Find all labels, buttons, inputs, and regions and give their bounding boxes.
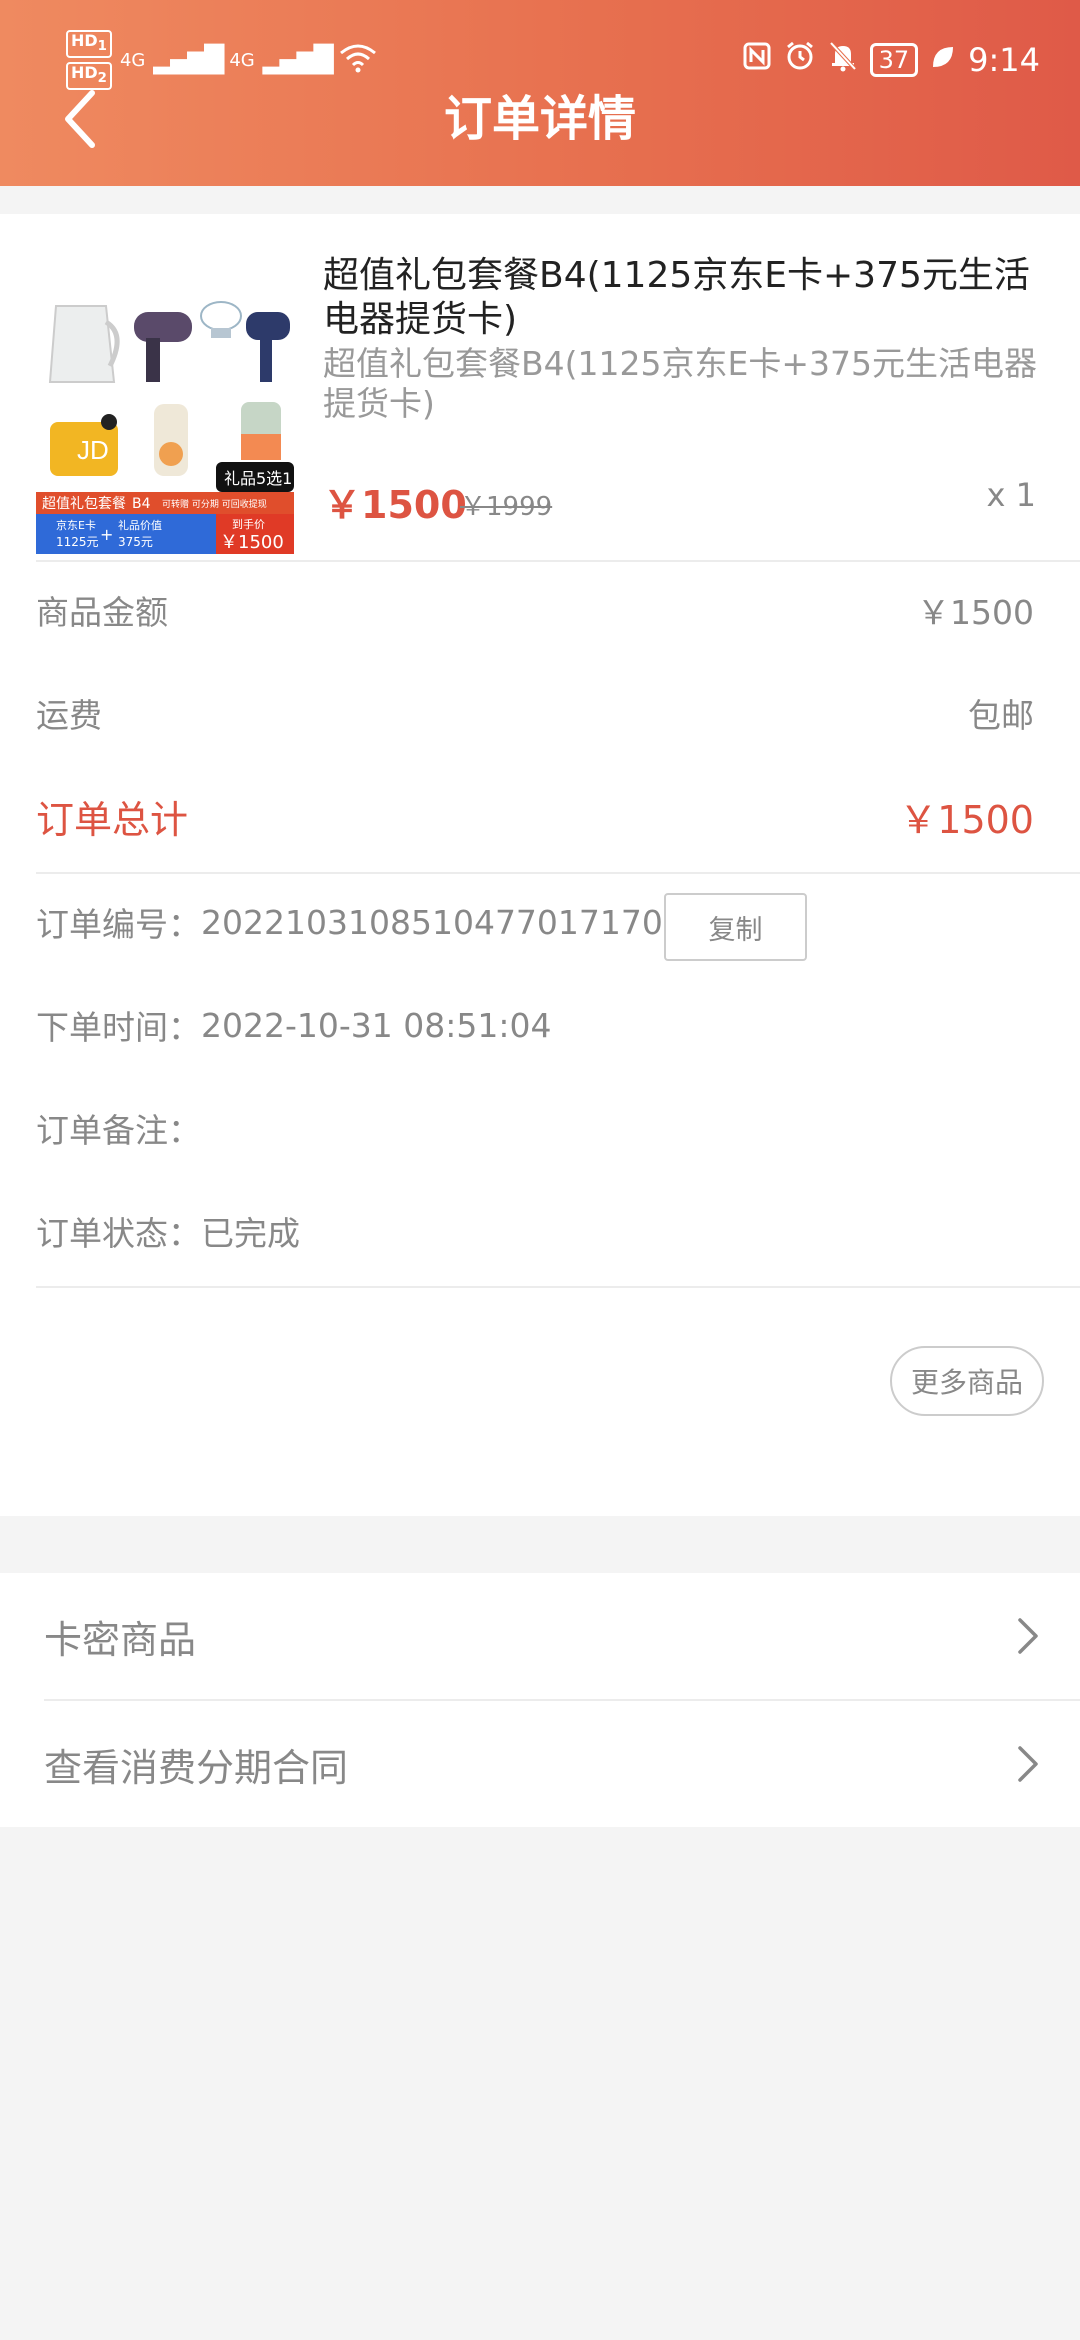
order-note-row: 订单备注： <box>36 1098 201 1158</box>
order-total-row: 订单总计 ￥1500 <box>36 786 1034 846</box>
order-number-value: 20221031085104770171​70 <box>201 902 663 942</box>
product-thumbnail[interactable]: JD 礼品5选1 超值礼包套餐 B4 可转赠 可分期 可回收提现 京东E卡 11… <box>36 294 294 554</box>
gift-tag-text: 礼品5选1 <box>224 469 292 488</box>
chevron-right-icon <box>1018 1618 1038 1654</box>
card-label: 京东E卡 <box>56 518 96 532</box>
page-title: 订单详情 <box>443 91 636 147</box>
banner-title: 超值礼包套餐 <box>42 496 126 512</box>
product-original-price: ￥1999 <box>460 492 553 522</box>
divider <box>36 1286 1080 1288</box>
order-note-label: 订单备注： <box>36 1111 201 1150</box>
signal-2-icon: ▂▄▆█ <box>262 45 334 75</box>
card-value: 1125元 <box>56 535 99 549</box>
card-secret-goods-link[interactable]: 卡密商品 <box>44 1573 1040 1699</box>
gift-label: 礼品价值 <box>118 518 162 532</box>
order-total-label: 订单总计 <box>36 797 189 842</box>
order-card: JD 礼品5选1 超值礼包套餐 B4 可转赠 可分期 可回收提现 京东E卡 11… <box>0 214 1080 1516</box>
product-item[interactable]: JD 礼品5选1 超值礼包套餐 B4 可转赠 可分期 可回收提现 京东E卡 11… <box>36 254 1037 554</box>
order-number-row: 订单编号： 20221031085104770171​70 <box>36 892 663 952</box>
leaf-icon <box>930 43 956 78</box>
clock: 9:14 <box>968 41 1040 79</box>
divider <box>36 872 1080 874</box>
status-left: HD1 HD2 4G ▂▄▆█ 4G ▂▄▆█ <box>66 29 377 91</box>
plus-sign: + <box>100 525 113 544</box>
banner-code: B4 <box>132 496 151 512</box>
battery-indicator: 37 <box>869 43 919 77</box>
more-goods-button[interactable]: 更多商品 <box>890 1346 1044 1416</box>
links-section: 卡密商品 查看消费分期合同 <box>0 1573 1080 1827</box>
product-subtitle: 超值礼包套餐B4(1125京东E卡+375元生活电器提货卡) <box>323 344 1037 423</box>
jd-logo: JD <box>77 435 109 465</box>
wifi-icon <box>339 43 377 78</box>
order-time-row: 下单时间： 2022-10-31 08:51:04 <box>36 995 551 1055</box>
app-header: HD1 HD2 4G ▂▄▆█ 4G ▂▄▆█ 37 9:14 订单详情 <box>0 0 1080 186</box>
gift-value: 375元 <box>118 535 153 549</box>
hd-indicators: HD1 HD2 <box>66 29 112 91</box>
order-status-value: 已完成 <box>201 1214 300 1253</box>
chevron-right-icon <box>1018 1746 1038 1782</box>
goods-amount-label: 商品金额 <box>36 593 168 632</box>
final-value: ￥1500 <box>220 532 284 553</box>
alarm-icon <box>784 40 816 80</box>
order-status-row: 订单状态： 已完成 <box>36 1201 300 1261</box>
installment-contract-label: 查看消费分期合同 <box>44 1745 349 1790</box>
order-time-label: 下单时间： <box>36 1008 201 1047</box>
status-right: 37 9:14 <box>742 30 1040 90</box>
final-label: 到手价 <box>232 517 265 531</box>
product-name: 超值礼包套餐B4(1125京东E卡+375元生活电器提货卡) <box>323 255 1030 340</box>
card-secret-goods-label: 卡密商品 <box>44 1617 197 1662</box>
shipping-value: 包邮 <box>968 696 1034 735</box>
copy-order-number-button[interactable]: 复制 <box>664 893 807 961</box>
banner-tags: 可转赠 可分期 可回收提现 <box>162 498 267 510</box>
goods-amount-value: ￥1500 <box>917 593 1034 632</box>
network-2-label: 4G <box>229 49 255 71</box>
network-1-label: 4G <box>119 49 146 71</box>
installment-contract-link[interactable]: 查看消费分期合同 <box>44 1701 1040 1827</box>
product-quantity: x 1 <box>986 476 1036 514</box>
product-price: ￥1500 <box>323 483 467 527</box>
status-bar: HD1 HD2 4G ▂▄▆█ 4G ▂▄▆█ 37 9:14 <box>0 29 1080 91</box>
order-status-label: 订单状态： <box>36 1214 201 1253</box>
divider <box>36 560 1080 562</box>
bell-off-icon <box>828 40 858 80</box>
signal-1-icon: ▂▄▆█ <box>153 45 224 75</box>
goods-amount-row: 商品金额 ￥1500 <box>36 580 1034 640</box>
order-total-value: ￥1500 <box>899 797 1034 842</box>
order-time-value: 2022-10-31 08:51:04 <box>201 1005 552 1045</box>
shipping-row: 运费 包邮 <box>36 683 1034 743</box>
hd1-badge: HD1 <box>66 29 112 58</box>
shipping-label: 运费 <box>36 696 102 735</box>
order-number-label: 订单编号： <box>36 905 201 944</box>
nfc-icon <box>742 41 772 79</box>
